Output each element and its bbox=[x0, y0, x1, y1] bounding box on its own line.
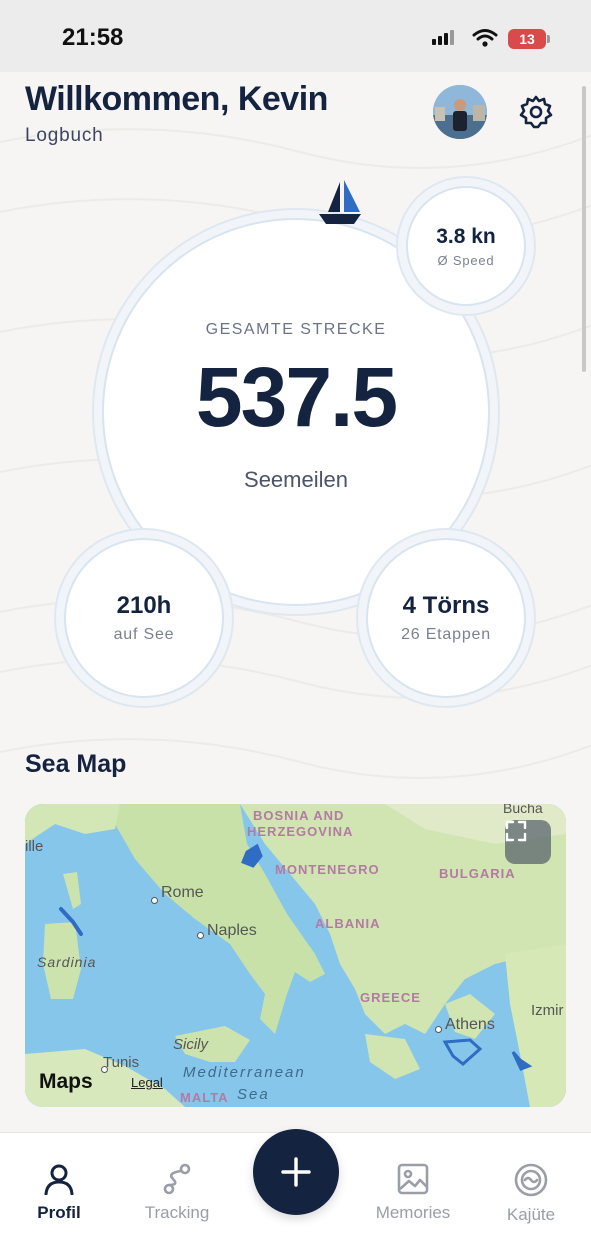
map-label-country: ALBANIA bbox=[315, 916, 381, 931]
tab-memories-label: Memories bbox=[375, 1203, 451, 1222]
lifebuoy-icon bbox=[514, 1163, 548, 1197]
map-label-city: ille bbox=[25, 838, 44, 855]
trips-value: 4 Törns bbox=[402, 592, 490, 619]
map-city-dot bbox=[151, 897, 158, 904]
speed-value: 3.8 kn bbox=[436, 224, 496, 248]
profile-photo-icon bbox=[433, 85, 487, 139]
add-button[interactable] bbox=[253, 1129, 339, 1215]
status-time: 21:58 bbox=[62, 24, 124, 51]
scrollbar[interactable] bbox=[582, 86, 586, 372]
map-city-dot bbox=[197, 932, 204, 939]
person-icon bbox=[44, 1164, 74, 1195]
trips-card: 4 Törns 26 Etappen bbox=[366, 538, 526, 698]
map-label-city: Bucha bbox=[503, 804, 543, 816]
map-label-country: BOSNIA AND bbox=[253, 808, 345, 823]
map-label-country: MALTA bbox=[180, 1090, 229, 1105]
map-city-dot bbox=[435, 1026, 442, 1033]
total-distance-unit: Seemeilen bbox=[244, 467, 348, 492]
tab-tracking[interactable]: Tracking bbox=[122, 1133, 232, 1233]
gear-icon[interactable] bbox=[518, 94, 554, 130]
total-distance-label: GESAMTE STRECKE bbox=[205, 321, 387, 338]
expand-icon bbox=[505, 820, 527, 842]
tab-profil-label: Profil bbox=[37, 1203, 81, 1222]
map-label-country: BULGARIA bbox=[439, 866, 516, 881]
map-label-sea: Mediterranean bbox=[183, 1064, 306, 1081]
map-label-island: Sicily bbox=[173, 1036, 209, 1053]
plus-icon bbox=[281, 1157, 311, 1187]
tab-profil[interactable]: Profil bbox=[4, 1133, 114, 1233]
map-label-city: Naples bbox=[207, 922, 257, 939]
speed-label: Ø Speed bbox=[437, 252, 495, 268]
map-label-island: Sardinia bbox=[37, 954, 97, 970]
avatar[interactable] bbox=[433, 85, 487, 139]
wifi-icon bbox=[472, 29, 498, 47]
speed-card: 3.8 kn Ø Speed bbox=[406, 186, 526, 306]
status-bar: 21:58 13 bbox=[0, 0, 591, 72]
sea-map-title: Sea Map bbox=[25, 750, 127, 778]
battery-icon: 13 bbox=[508, 29, 546, 49]
maps-attribution-text: Maps bbox=[39, 1070, 93, 1093]
map-label-country: HERZEGOVINA bbox=[247, 824, 354, 839]
map-legal-link[interactable]: Legal bbox=[131, 1075, 163, 1090]
map-label-country: MONTENEGRO bbox=[275, 862, 380, 877]
sea-map[interactable]: BOSNIA AND HERZEGOVINA MONTENEGRO BULGAR… bbox=[25, 804, 566, 1107]
route-icon bbox=[163, 1163, 191, 1195]
trips-label: 26 Etappen bbox=[401, 626, 491, 643]
hours-value: 210h bbox=[116, 592, 172, 619]
tab-memories[interactable]: Memories bbox=[358, 1133, 468, 1233]
cellular-signal-icon bbox=[432, 30, 454, 45]
map-label-city: Athens bbox=[445, 1016, 495, 1033]
battery-tip bbox=[547, 35, 550, 43]
hours-card: 210h auf See bbox=[64, 538, 224, 698]
sailboat-icon bbox=[319, 180, 361, 224]
map-label-city: Tunis bbox=[103, 1054, 140, 1071]
hours-label: auf See bbox=[113, 626, 175, 643]
tab-tracking-label: Tracking bbox=[144, 1203, 210, 1222]
page-title: Willkommen, Kevin bbox=[25, 80, 328, 118]
map-expand-button[interactable] bbox=[505, 820, 551, 864]
map-label-city: Rome bbox=[161, 884, 204, 901]
total-distance-value: 537.5 bbox=[195, 350, 398, 444]
map-label-sea: Sea bbox=[237, 1086, 270, 1103]
maps-attribution: Maps bbox=[39, 1070, 93, 1094]
page-subtitle: Logbuch bbox=[25, 125, 104, 146]
tab-kajuete[interactable]: Kajüte bbox=[476, 1133, 586, 1233]
photo-icon bbox=[397, 1163, 429, 1195]
tab-kajuete-label: Kajüte bbox=[506, 1205, 556, 1224]
map-label-country: GREECE bbox=[360, 990, 421, 1005]
map-label-city: Izmir bbox=[531, 1002, 564, 1019]
